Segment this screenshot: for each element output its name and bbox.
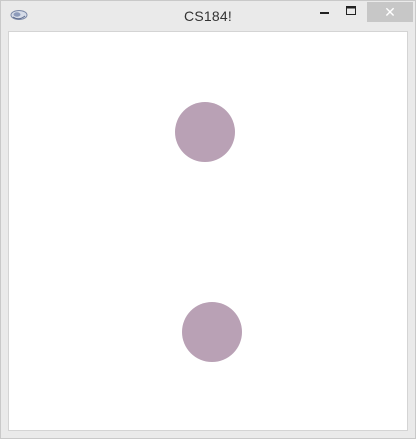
maximize-icon xyxy=(345,3,357,21)
app-window: CS184! ✕ xyxy=(0,0,416,439)
close-icon: ✕ xyxy=(384,3,396,20)
circle-bottom xyxy=(182,302,242,362)
title-bar[interactable]: CS184! ✕ xyxy=(1,1,415,31)
maximize-button[interactable] xyxy=(339,2,363,22)
close-button[interactable]: ✕ xyxy=(367,2,413,22)
minimize-button[interactable] xyxy=(313,2,337,22)
canvas-area[interactable] xyxy=(8,31,408,431)
circle-top xyxy=(175,102,235,162)
minimize-icon xyxy=(320,3,330,21)
